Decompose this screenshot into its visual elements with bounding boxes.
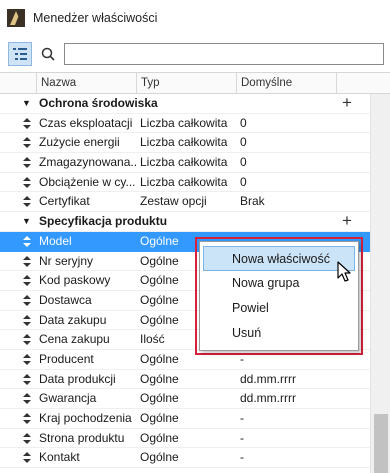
table-row[interactable]: Zmagazynowana... Liczba całkowita 0	[0, 153, 370, 173]
property-default: -	[240, 411, 244, 425]
app-logo-icon	[7, 9, 25, 27]
toolbar	[0, 36, 390, 72]
column-extra-header	[336, 73, 370, 93]
updown-arrows-icon[interactable]	[22, 429, 32, 448]
property-default: dd.mm.rrrr	[240, 371, 296, 386]
property-type: Liczba całkowita	[140, 174, 228, 189]
table-row[interactable]: Czas eksploatacji Liczba całkowita 0	[0, 114, 370, 134]
property-default: 0	[240, 174, 247, 189]
property-type: Liczba całkowita	[140, 155, 228, 170]
updown-arrows-icon[interactable]	[22, 370, 32, 389]
mouse-cursor-icon	[337, 261, 351, 282]
group-name: Specyfikacja produktu	[39, 214, 168, 229]
updown-arrows-icon[interactable]	[22, 133, 32, 152]
property-name: Zużycie energii	[39, 135, 120, 150]
updown-arrows-icon[interactable]	[22, 389, 32, 408]
triangle-down-icon[interactable]: ▼	[22, 94, 31, 114]
window-title: Menedżer właściwości	[33, 11, 158, 25]
list-view-icon	[13, 48, 27, 60]
property-default: -	[240, 430, 244, 445]
plus-icon[interactable]: +	[342, 211, 352, 231]
triangle-down-icon[interactable]: ▼	[22, 212, 31, 232]
property-type: Liczba całkowita	[140, 115, 228, 130]
context-menu: Nowa właściwość Nowa grupa Powiel Usuń	[199, 241, 359, 351]
updown-arrows-icon[interactable]	[22, 330, 32, 349]
property-name: Kontakt	[39, 450, 80, 465]
updown-arrows-icon[interactable]	[22, 173, 32, 192]
updown-arrows-icon[interactable]	[22, 114, 32, 133]
column-name-header[interactable]: Nazwa	[36, 73, 136, 93]
property-default: -	[240, 450, 244, 465]
property-name: Kraj pochodzenia	[39, 411, 132, 425]
property-type: Ogólne	[140, 411, 179, 425]
menu-item-new-property[interactable]: Nowa właściwość	[203, 246, 355, 271]
property-name: Zmagazynowana...	[39, 155, 137, 170]
property-default: dd.mm.rrrr	[240, 391, 296, 406]
title-bar: Menedżer właściwości	[0, 0, 390, 36]
column-type-header[interactable]: Typ	[136, 73, 236, 93]
property-name: Data produkcji	[39, 371, 116, 386]
property-name: Dostawca	[39, 292, 92, 307]
property-type: Ogólne	[140, 391, 179, 406]
search-icon	[41, 47, 55, 61]
property-name: Strona produktu	[39, 430, 125, 445]
property-name: Czas eksploatacji	[39, 115, 133, 130]
property-type: Liczba całkowita	[140, 135, 228, 150]
updown-arrows-icon[interactable]	[22, 252, 32, 271]
property-type: Ogólne	[140, 430, 179, 445]
updown-arrows-icon[interactable]	[22, 448, 32, 467]
group-name: Ochrona środowiska	[39, 96, 158, 110]
menu-item-duplicate[interactable]: Powiel	[200, 296, 358, 321]
scrollbar-thumb[interactable]	[374, 414, 388, 473]
property-type: Ogólne	[140, 450, 179, 465]
group-row-ochrona[interactable]: ▼ Ochrona środowiska +	[0, 94, 370, 114]
property-name: Data zakupu	[39, 312, 107, 327]
plus-icon[interactable]: +	[342, 94, 352, 113]
updown-arrows-icon[interactable]	[22, 232, 32, 251]
search-button[interactable]	[36, 42, 60, 66]
property-name: Gwarancja	[39, 391, 97, 406]
updown-arrows-icon[interactable]	[22, 291, 32, 310]
property-name: Producent	[39, 351, 94, 366]
property-default: 0	[240, 135, 247, 150]
table-row[interactable]: Obciążenie w cy... Liczba całkowita 0	[0, 173, 370, 193]
updown-arrows-icon[interactable]	[22, 153, 32, 172]
property-name: Obciążenie w cy...	[39, 174, 136, 189]
updown-arrows-icon[interactable]	[22, 409, 32, 428]
property-name: Cena zakupu	[39, 332, 110, 347]
table-row[interactable]: Gwarancja Ogólne dd.mm.rrrr	[0, 389, 370, 409]
property-name: Certyfikat	[39, 194, 90, 209]
updown-arrows-icon[interactable]	[22, 350, 32, 369]
property-type: Ogólne	[140, 371, 179, 386]
property-default: Brak	[240, 194, 265, 209]
updown-arrows-icon[interactable]	[22, 192, 32, 211]
property-name: Kod paskowy	[39, 273, 111, 288]
property-default: 0	[240, 115, 247, 130]
menu-item-delete[interactable]: Usuń	[200, 321, 358, 346]
menu-item-new-group[interactable]: Nowa grupa	[200, 271, 358, 296]
column-header: Nazwa Typ Domyślne	[0, 72, 390, 94]
property-default: 0	[240, 155, 247, 170]
column-default-header[interactable]: Domyślne	[236, 73, 336, 93]
table-row[interactable]: Data produkcji Ogólne dd.mm.rrrr	[0, 370, 370, 390]
table-row[interactable]: Zużycie energii Liczba całkowita 0	[0, 133, 370, 154]
property-name: Nr seryjny	[39, 253, 94, 268]
vertical-scrollbar[interactable]	[370, 94, 390, 473]
table-row[interactable]: Kraj pochodzenia Ogólne -	[0, 409, 370, 429]
property-name: Model	[39, 233, 72, 248]
group-row-specyfikacja[interactable]: ▼ Specyfikacja produktu +	[0, 211, 370, 232]
updown-arrows-icon[interactable]	[22, 311, 32, 330]
property-type: Zestaw opcji	[140, 194, 207, 209]
table-row[interactable]: Strona produktu Ogólne -	[0, 429, 370, 449]
search-input[interactable]	[64, 43, 384, 65]
list-view-button[interactable]	[8, 42, 32, 66]
table-row[interactable]: Kontakt Ogólne -	[0, 448, 370, 469]
updown-arrows-icon[interactable]	[22, 271, 32, 290]
table-row[interactable]: Certyfikat Zestaw opcji Brak	[0, 192, 370, 213]
